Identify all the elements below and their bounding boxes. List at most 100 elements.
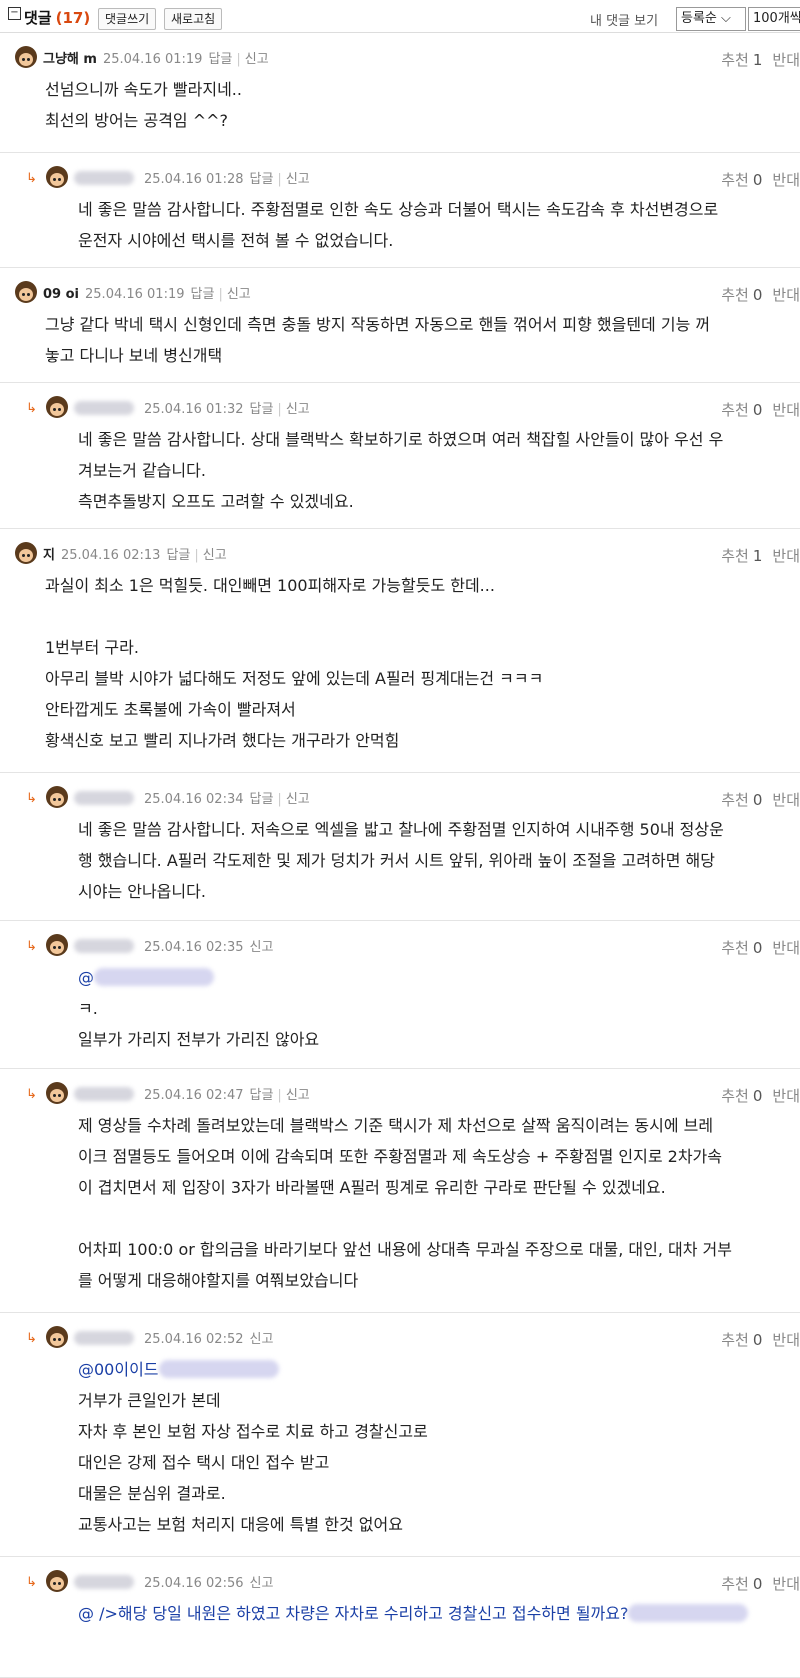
write-comment-button[interactable]: 댓글쓰기	[98, 8, 157, 30]
recommend-label: 추천	[721, 1087, 749, 1105]
recommend-button[interactable]: 추천 0	[721, 939, 762, 957]
report-link[interactable]: 신고	[203, 548, 227, 563]
comment-meta: 25.04.16 02:52 신고	[74, 1328, 273, 1347]
avatar[interactable]	[46, 1326, 68, 1348]
oppose-button[interactable]: 반대	[772, 286, 800, 304]
comment-date: 25.04.16 02:56	[144, 1576, 244, 1591]
comment-line: 최선의 방어는 공격임 ^^?	[45, 111, 229, 130]
report-link[interactable]: 신고	[250, 1576, 274, 1591]
reply-link[interactable]: 답글	[166, 548, 190, 563]
avatar[interactable]	[46, 396, 68, 418]
comment-item: ↳ 25.04.16 01:32 답글 | 신고 추천 0 반대 네 좋은 말씀 감사합니다. …	[0, 383, 800, 529]
refresh-button[interactable]: 새로고침	[164, 8, 223, 30]
comment-line: 측면추돌방지 오프도 고려할 수 있겠네요.	[78, 492, 354, 511]
recommend-button[interactable]: 추천 0	[721, 401, 762, 419]
avatar[interactable]	[46, 1082, 68, 1104]
comment-line: 어차피 100:0 or 합의금을 바라기보다 앞선 내용에 상대측 무과실 주…	[78, 1240, 732, 1259]
recommend-button[interactable]: 추천 0	[721, 1331, 762, 1349]
comment-item: ↳ 25.04.16 02:56 신고 추천 0 반대 @ />해당 당일 내원은 하였고 …	[0, 1557, 800, 1678]
blurred-nickname	[74, 939, 134, 953]
comment-date: 25.04.16 02:13	[60, 548, 161, 563]
comment-line: @00이이드	[78, 1354, 428, 1385]
oppose-button[interactable]: 반대	[772, 1087, 800, 1105]
comment-item: ↳ 25.04.16 02:47 답글 | 신고 추천 0 반대 제 영상들 수차례 돌려보았는…	[0, 1069, 800, 1313]
report-link[interactable]: 신고	[286, 172, 310, 187]
oppose-button[interactable]: 반대	[772, 51, 800, 69]
comment-line: 시야는 안나옵니다.	[78, 882, 206, 901]
comment-date: 25.04.16 01:32	[144, 402, 244, 417]
mention-link[interactable]: @	[78, 968, 94, 987]
collapse-icon[interactable]: −	[8, 7, 21, 20]
reply-arrow-icon: ↳	[26, 171, 37, 186]
comment-author[interactable]: 지	[43, 548, 55, 563]
recommend-button[interactable]: 추천 0	[721, 1575, 762, 1593]
comment-item: ↳ 25.04.16 02:52 신고 추천 0 반대 @00이이드 거부가 큰일인가 본데 자…	[0, 1313, 800, 1557]
reply-arrow-icon: ↳	[26, 1575, 37, 1590]
comment-line: 그냥 같다 박네 택시 신형인데 측면 충돌 방지 작동하면 자동으로 핸들 꺾…	[45, 315, 711, 334]
comment-line: 대인은 강제 접수 택시 대인 접수 받고	[78, 1453, 330, 1472]
reply-link[interactable]: 답글	[208, 52, 232, 67]
oppose-button[interactable]: 반대	[772, 547, 800, 565]
avatar[interactable]	[46, 166, 68, 188]
oppose-button[interactable]: 반대	[772, 1331, 800, 1349]
report-link[interactable]: 신고	[250, 1332, 274, 1347]
separator: |	[277, 172, 282, 187]
comment-line	[78, 1203, 732, 1234]
report-link[interactable]: 신고	[286, 402, 310, 417]
comment-line: @	[78, 962, 319, 993]
comment-header: − 댓글 (17) 댓글쓰기 새로고침 내 댓글 보기 등록순 ⌵ 100개씩	[0, 0, 800, 33]
recommend-button[interactable]: 추천 1	[721, 547, 762, 565]
report-link[interactable]: 신고	[250, 940, 274, 955]
avatar[interactable]	[15, 46, 37, 68]
blurred-mention	[158, 1360, 279, 1378]
avatar[interactable]	[46, 934, 68, 956]
recommend-count: 1	[752, 51, 763, 69]
vote-area: 추천 0 반대	[721, 284, 800, 305]
comment-line: 를 어떻게 대응해야할지를 여쭤보았습니다	[78, 1271, 359, 1290]
comment-title: 댓글 (17)	[24, 7, 90, 28]
comment-body: 네 좋은 말씀 감사합니다. 저속으로 엑셀을 밟고 찰나에 주황점멸 인지하여…	[78, 814, 724, 907]
sort-select[interactable]: 등록순 ⌵	[676, 7, 746, 31]
recommend-button[interactable]: 추천 0	[721, 171, 762, 189]
recommend-button[interactable]: 추천 0	[721, 286, 762, 304]
mention-link[interactable]: @00이이드	[78, 1360, 159, 1379]
recommend-label: 추천	[721, 547, 749, 565]
avatar[interactable]	[46, 786, 68, 808]
report-link[interactable]: 신고	[286, 792, 310, 807]
recommend-count: 0	[752, 286, 763, 304]
avatar[interactable]	[15, 281, 37, 303]
report-link[interactable]: 신고	[227, 287, 251, 302]
oppose-button[interactable]: 반대	[772, 171, 800, 189]
comment-meta: 25.04.16 01:32 답글 | 신고	[74, 398, 310, 417]
oppose-button[interactable]: 반대	[772, 1575, 800, 1593]
recommend-label: 추천	[721, 171, 749, 189]
oppose-button[interactable]: 반대	[772, 401, 800, 419]
report-link[interactable]: 신고	[245, 52, 269, 67]
comment-author[interactable]: 09 oi	[43, 287, 79, 302]
comment-meta: 25.04.16 02:34 답글 | 신고	[74, 788, 310, 807]
reply-arrow-icon: ↳	[26, 791, 37, 806]
reply-link[interactable]: 답글	[250, 1088, 274, 1103]
avatar[interactable]	[46, 1570, 68, 1592]
mention-link[interactable]: @ />해당 당일 내원은 하였고 차량은 자차로 수리하고 경찰신고 접수하면…	[78, 1604, 628, 1623]
blurred-nickname	[74, 171, 134, 185]
reply-link[interactable]: 답글	[250, 792, 274, 807]
my-comments-link[interactable]: 내 댓글 보기	[590, 10, 658, 29]
comment-author[interactable]: 그냥해 m	[43, 52, 97, 67]
comment-line: 네 좋은 말씀 감사합니다. 상대 블랙박스 확보하기로 하였으며 여러 책잡힐…	[78, 430, 724, 449]
blurred-mention	[628, 1604, 749, 1622]
recommend-button[interactable]: 추천 0	[721, 791, 762, 809]
reply-link[interactable]: 답글	[191, 287, 215, 302]
comment-line: 놓고 다니나 보네 병신개택	[45, 346, 223, 365]
comment-line: @ />해당 당일 내원은 하였고 차량은 자차로 수리하고 경찰신고 접수하면…	[78, 1598, 752, 1629]
report-link[interactable]: 신고	[286, 1088, 310, 1103]
vote-area: 추천 1 반대	[721, 49, 800, 70]
per-page-select[interactable]: 100개씩	[748, 7, 800, 31]
avatar[interactable]	[15, 542, 37, 564]
reply-link[interactable]: 답글	[250, 402, 274, 417]
oppose-button[interactable]: 반대	[772, 791, 800, 809]
recommend-button[interactable]: 추천 1	[721, 51, 762, 69]
reply-link[interactable]: 답글	[250, 172, 274, 187]
oppose-button[interactable]: 반대	[772, 939, 800, 957]
recommend-button[interactable]: 추천 0	[721, 1087, 762, 1105]
